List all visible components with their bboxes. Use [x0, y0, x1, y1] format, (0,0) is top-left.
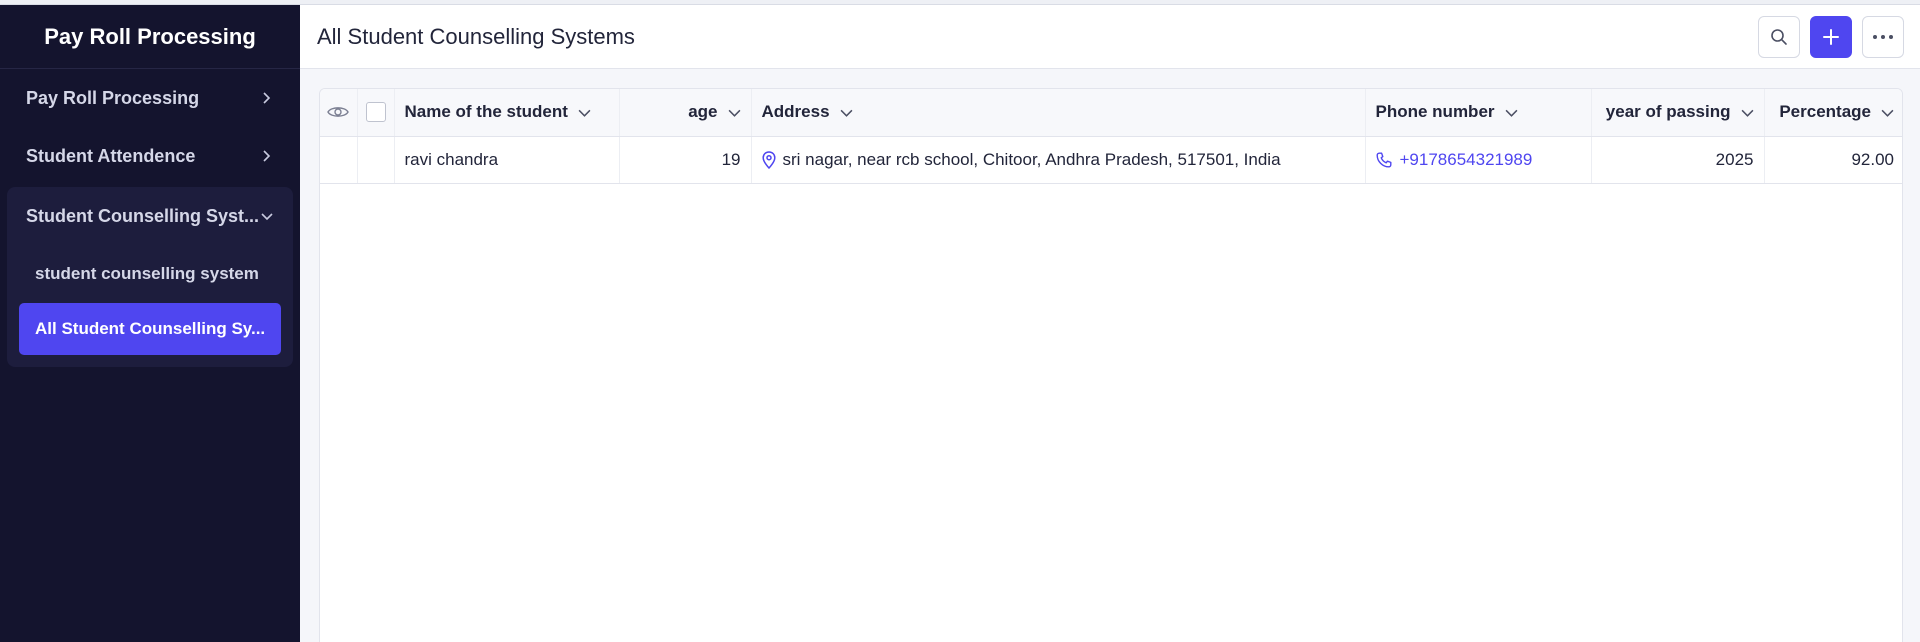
chevron-down-icon: [840, 109, 852, 117]
column-label: Name of the student: [404, 102, 568, 122]
plus-icon: [1823, 29, 1839, 45]
main-content: All Student Counselling Systems Name of …: [300, 5, 1920, 642]
row-select-cell[interactable]: [357, 136, 395, 184]
cell-phone[interactable]: +9178654321989: [1365, 136, 1592, 184]
column-header-percentage[interactable]: Percentage: [1764, 89, 1902, 137]
sidebar-item-label: Pay Roll Processing: [26, 87, 200, 108]
search-icon: [1771, 29, 1787, 45]
cell-year-of-passing: 2025: [1591, 136, 1765, 184]
sidebar-subitem-student-counselling-system[interactable]: student counselling system: [7, 245, 293, 303]
chevron-down-icon: [728, 109, 740, 117]
sidebar-item-label: Student Attendence: [26, 145, 196, 166]
sidebar-group-student-counselling: Student Counselling Syst... student coun…: [7, 187, 293, 367]
eye-icon: [327, 107, 350, 118]
sidebar-item-student-attendence[interactable]: Student Attendence: [0, 127, 300, 185]
table-header-row: Name of the student age Address Phone nu…: [320, 89, 1902, 137]
sidebar-item-pay-roll-processing[interactable]: Pay Roll Processing: [0, 69, 300, 127]
app-brand: Pay Roll Processing: [0, 5, 300, 69]
cell-age: 19: [619, 136, 752, 184]
cell-percentage: 92.00: [1764, 136, 1902, 184]
cell-address: sri nagar, near rcb school, Chitoor, And…: [751, 136, 1366, 184]
sidebar: Pay Roll Processing Pay Roll Processing …: [0, 5, 300, 642]
column-header-phone[interactable]: Phone number: [1365, 89, 1592, 137]
column-header-year-of-passing[interactable]: year of passing: [1591, 89, 1765, 137]
search-button[interactable]: [1758, 16, 1800, 58]
records-table: Name of the student age Address Phone nu…: [319, 88, 1903, 642]
chevron-right-icon: [263, 92, 271, 104]
page-header: All Student Counselling Systems: [300, 5, 1920, 69]
phone-link[interactable]: +9178654321989: [1400, 150, 1533, 170]
column-header-age[interactable]: age: [619, 89, 752, 137]
row-visibility-cell: [320, 136, 358, 184]
chevron-down-icon: [261, 213, 273, 221]
cell-name: ravi chandra: [394, 136, 620, 184]
more-icon: [1873, 35, 1893, 39]
chevron-down-icon: [1741, 109, 1753, 117]
page-title: All Student Counselling Systems: [317, 23, 635, 49]
column-header-address[interactable]: Address: [751, 89, 1366, 137]
sidebar-item-label: Student Counselling Syst...: [26, 205, 260, 226]
app-root: Pay Roll Processing Pay Roll Processing …: [0, 0, 1920, 642]
header-actions: [1758, 16, 1904, 58]
chevron-right-icon: [263, 150, 271, 162]
column-header-name[interactable]: Name of the student: [394, 89, 620, 137]
chevron-down-icon: [1505, 109, 1517, 117]
phone-icon: [1376, 152, 1391, 167]
select-all-checkbox[interactable]: [365, 102, 386, 123]
chevron-down-icon: [578, 109, 591, 117]
column-label: age: [688, 102, 718, 122]
column-label: year of passing: [1605, 102, 1731, 122]
add-button[interactable]: [1810, 16, 1852, 58]
sidebar-subitem-all-student-counselling-systems[interactable]: All Student Counselling Sy...: [19, 303, 281, 355]
select-all-header[interactable]: [357, 89, 395, 137]
sidebar-item-student-counselling-system[interactable]: Student Counselling Syst...: [7, 187, 293, 245]
address-text: sri nagar, near rcb school, Chitoor, And…: [782, 149, 1281, 169]
more-options-button[interactable]: [1862, 16, 1904, 58]
column-visibility-header[interactable]: [320, 89, 358, 137]
column-label: Phone number: [1375, 102, 1495, 122]
table-row[interactable]: ravi chandra 19 sri nagar, near rcb scho…: [320, 136, 1902, 184]
column-label: Address: [761, 102, 830, 122]
map-pin-icon: [761, 150, 776, 169]
chevron-down-icon: [1881, 109, 1894, 117]
column-label: Percentage: [1779, 102, 1871, 122]
